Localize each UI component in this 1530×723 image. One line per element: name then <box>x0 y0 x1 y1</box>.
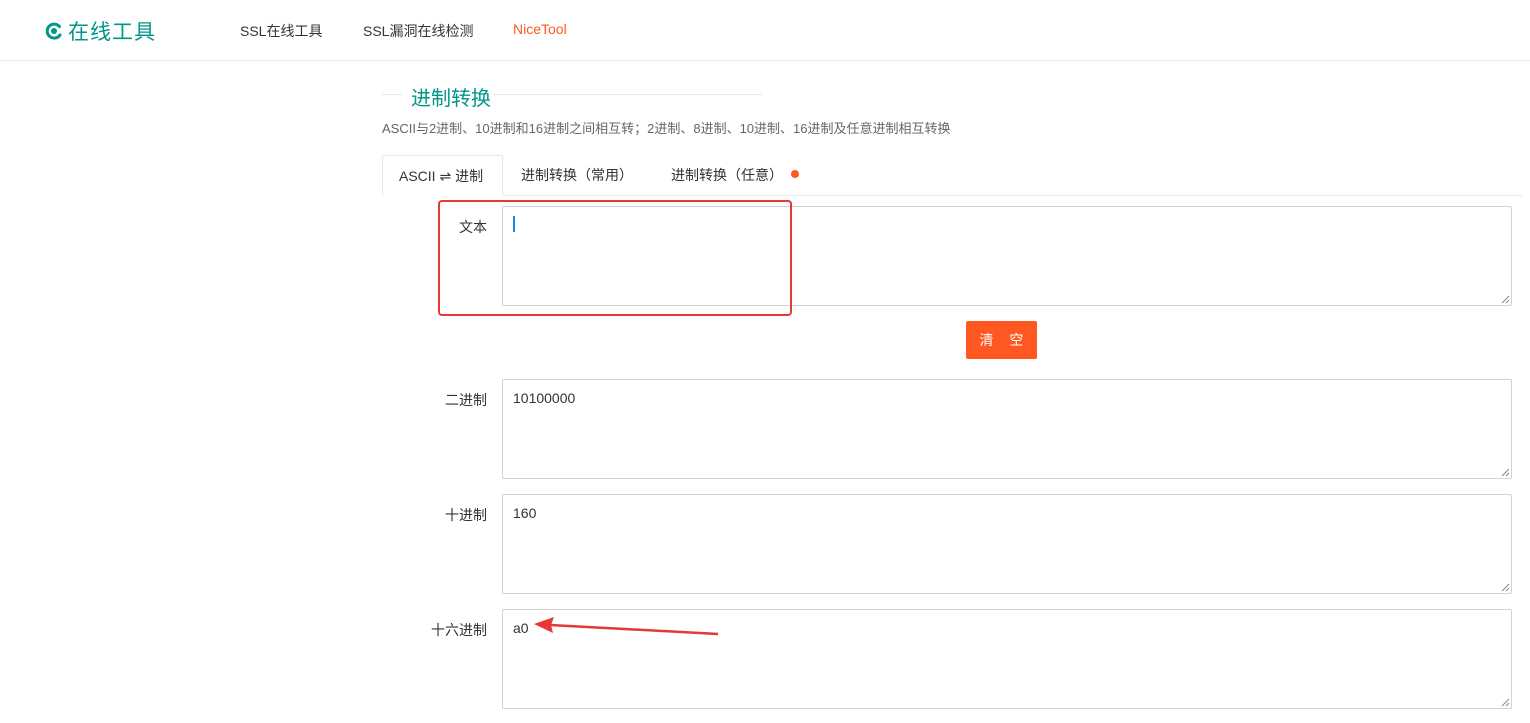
clear-button[interactable]: 清 空 <box>966 321 1037 359</box>
tab-label: 进制转换（常用） <box>521 167 633 183</box>
hex-label: 十六进制 <box>431 622 487 638</box>
binary-field[interactable]: 10100000 <box>502 379 1512 479</box>
tab-ascii-conversion[interactable]: ASCII ⇌ 进制 <box>382 155 503 196</box>
text-label: 文本 <box>459 219 487 235</box>
logo-text: 在线工具 <box>68 21 156 44</box>
title-divider-left <box>382 94 402 95</box>
eye-logo-icon <box>45 22 62 40</box>
section-description: ASCII与2进制、10进制和16进制之间相互转；2进制、8进制、10进制、16… <box>382 121 951 136</box>
title-divider-right <box>494 94 762 95</box>
tab-common-base-conversion[interactable]: 进制转换（常用） <box>505 155 649 196</box>
new-badge-dot <box>791 170 799 179</box>
section-title: 进制转换 <box>382 80 762 110</box>
binary-label: 二进制 <box>445 392 487 408</box>
decimal-field[interactable]: 160 <box>502 494 1512 594</box>
annotation-arrow-icon <box>534 617 719 636</box>
top-navbar: 在线工具 SSL在线工具 SSL漏洞在线检测 NiceTool <box>0 0 1530 61</box>
page-title: 进制转换 <box>411 88 491 110</box>
site-logo[interactable]: 在线工具 <box>44 18 156 44</box>
resize-grip-icon[interactable] <box>1500 697 1510 707</box>
nav-link-nicetool[interactable]: NiceTool <box>513 21 567 37</box>
decimal-label: 十进制 <box>445 507 487 523</box>
text-cursor <box>513 216 515 232</box>
resize-grip-icon[interactable] <box>1500 582 1510 592</box>
tab-bar: ASCII ⇌ 进制 进制转换（常用） 进制转换（任意） <box>382 155 1522 196</box>
nav-link-ssl-tools[interactable]: SSL在线工具 <box>240 21 322 41</box>
text-input[interactable] <box>502 206 1512 306</box>
resize-grip-icon[interactable] <box>1500 467 1510 477</box>
nav-link-ssl-vuln-check[interactable]: SSL漏洞在线检测 <box>363 21 473 41</box>
tab-label: ASCII ⇌ 进制 <box>399 168 484 184</box>
resize-grip-icon[interactable] <box>1500 294 1510 304</box>
tab-label: 进制转换（任意） <box>671 167 783 183</box>
binary-value: 10100000 <box>513 390 576 406</box>
tab-any-base-conversion[interactable]: 进制转换（任意） <box>655 155 815 196</box>
decimal-value: 160 <box>513 505 537 521</box>
